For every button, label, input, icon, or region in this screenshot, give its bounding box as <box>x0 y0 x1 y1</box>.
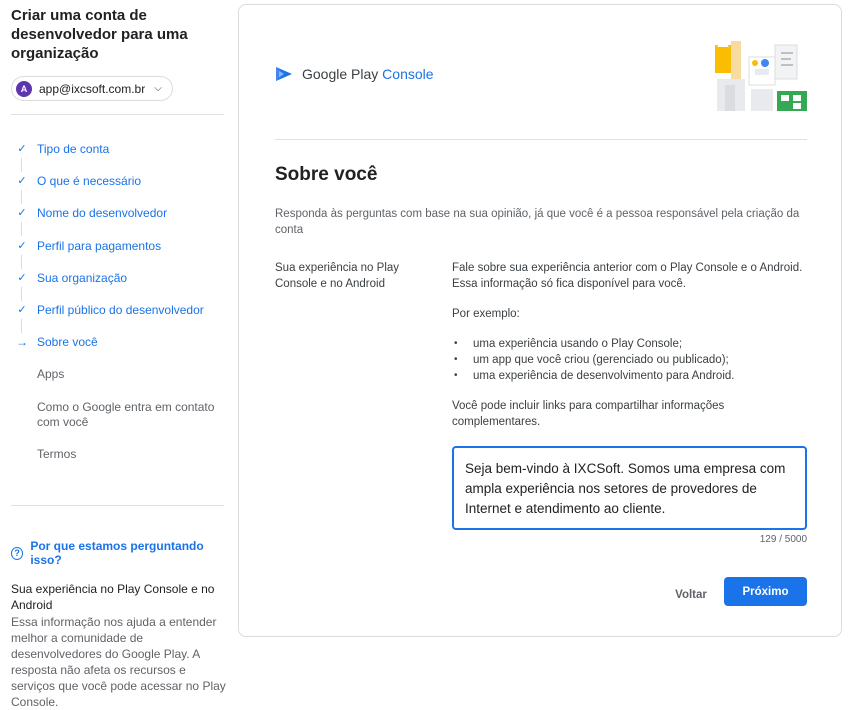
illustration <box>715 39 807 111</box>
step-label: Nome do desenvolvedor <box>37 206 168 221</box>
list-item: uma experiência usando o Play Console; <box>452 336 807 352</box>
step-label: Como o Google entra em contato com você <box>37 399 215 429</box>
help-subheading: Sua experiência no Play Console e no And… <box>11 582 215 612</box>
account-avatar: A <box>16 80 32 97</box>
step-label: Tipo de conta <box>37 142 110 156</box>
next-button[interactable]: Próximo <box>724 577 807 606</box>
account-switcher[interactable]: A app@ixcsoft.com.br ⌵ <box>11 76 173 101</box>
sidebar-divider <box>11 114 224 115</box>
step-label: Apps <box>37 367 65 382</box>
chevron-down-icon: ⌵ <box>154 83 162 94</box>
step-label: Termos <box>37 446 77 461</box>
step-item: Como o Google entra em contato com você <box>0 395 232 442</box>
help-heading-text: Por que estamos perguntando isso? <box>30 539 204 567</box>
step-item[interactable]: ✓ Perfil público do desenvolvedor <box>0 298 232 333</box>
list-item: uma experiência de desenvolvimento para … <box>452 368 807 384</box>
question-label: Sua experiência no Play Console e no And… <box>275 262 400 290</box>
check-icon: ✓ <box>17 207 27 220</box>
play-console-logo-icon <box>276 67 292 81</box>
links-note: Você pode incluir links para compartilha… <box>452 400 725 428</box>
brand-console: Console <box>382 66 434 82</box>
step-label: O que é necessário <box>37 174 142 189</box>
form-card: Google Play Console Sobre você Responda … <box>238 4 842 637</box>
step-item-current[interactable]: → Sobre você <box>0 330 232 362</box>
question-description: Fale sobre sua experiência anterior com … <box>452 260 807 444</box>
arrow-right-icon: → <box>16 335 28 350</box>
step-item[interactable]: ✓ Nome do desenvolvedor <box>0 201 232 237</box>
account-email: app@ixcsoft.com.br <box>39 81 146 96</box>
examples-heading: Por exemplo: <box>452 308 520 320</box>
play-console-logo: Google Play Console <box>275 65 434 83</box>
step-label: Sua organização <box>37 270 128 285</box>
check-icon: ✓ <box>17 175 27 188</box>
brand-google-play: Google Play <box>302 66 379 82</box>
header-divider <box>275 139 807 140</box>
sidebar-divider <box>11 505 224 506</box>
check-icon: ✓ <box>17 271 27 284</box>
help-icon: ? <box>11 546 24 560</box>
step-list: ✓ Tipo de conta ✓ O que é necessário ✓ N… <box>0 137 232 474</box>
check-icon: ✓ <box>17 143 27 155</box>
step-label: Perfil para pagamentos <box>37 238 162 253</box>
question-text: Fale sobre sua experiência anterior com … <box>452 262 803 290</box>
help-panel: ? Por que estamos perguntando isso? Sua … <box>11 539 226 710</box>
back-button[interactable]: Voltar <box>663 581 719 609</box>
setup-sidebar: Criar uma conta de desenvolvedor para um… <box>0 0 232 710</box>
help-body: Essa informação nos ajuda a entender mel… <box>11 615 226 709</box>
list-item: um app que você criou (gerenciado ou pub… <box>452 352 807 368</box>
examples-list: uma experiência usando o Play Console; u… <box>452 336 807 384</box>
step-item[interactable]: ✓ Tipo de conta <box>0 137 232 172</box>
check-icon: ✓ <box>17 303 27 316</box>
step-item[interactable]: ✓ Sua organização <box>0 266 232 301</box>
step-item: Apps <box>0 362 232 394</box>
step-label: Perfil público do desenvolvedor <box>37 302 204 317</box>
step-item: Termos <box>0 442 232 474</box>
check-icon: ✓ <box>17 239 27 252</box>
page-intro: Responda às perguntas com base na sua op… <box>275 208 800 236</box>
sidebar-title: Criar uma conta de desenvolvedor para um… <box>11 7 188 62</box>
step-item[interactable]: ✓ O que é necessário <box>0 169 232 205</box>
page-title: Sobre você <box>275 164 378 185</box>
step-label: Sobre você <box>37 335 98 350</box>
step-item[interactable]: ✓ Perfil para pagamentos <box>0 234 232 269</box>
experience-textarea[interactable]: Seja bem-vindo à IXCSoft. Somos uma empr… <box>452 446 807 530</box>
character-counter: 129 / 5000 <box>759 534 807 545</box>
help-heading[interactable]: ? Por que estamos perguntando isso? <box>11 539 226 567</box>
